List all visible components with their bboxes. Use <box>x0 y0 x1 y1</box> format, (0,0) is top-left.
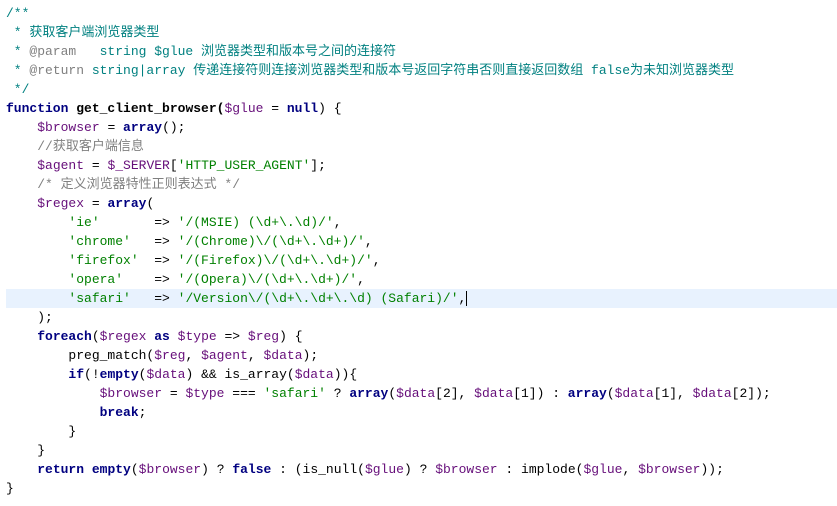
l-return: return empty($browser) ? false : (is_nul… <box>6 460 837 479</box>
l-assign: $browser = $type === 'safari' ? array($d… <box>6 384 837 403</box>
l-pregmatch: preg_match($reg, $agent, $data); <box>6 346 837 365</box>
l-foreach: foreach($regex as $type => $reg) { <box>6 327 837 346</box>
l-com1: //获取客户端信息 <box>6 137 837 156</box>
doc-param: * @param string $glue 浏览器类型和版本号之间的连接符 <box>6 42 837 61</box>
l-browser: $browser = array(); <box>6 118 837 137</box>
l-agent: $agent = $_SERVER['HTTP_USER_AGENT']; <box>6 156 837 175</box>
row-opera: 'opera' => '/(Opera)\/(\d+\.\d+)/', <box>6 270 837 289</box>
doc-desc: * 获取客户端浏览器类型 <box>6 23 837 42</box>
l-cb1: } <box>6 422 837 441</box>
l-arrclose: ); <box>6 308 837 327</box>
l-cb2: } <box>6 441 837 460</box>
text-cursor <box>466 291 467 306</box>
doc-return: * @return string|array 传递连接符则连接浏览器类型和版本号… <box>6 61 837 80</box>
row-chrome: 'chrome' => '/(Chrome)\/(\d+\.\d+)/', <box>6 232 837 251</box>
code-block: /** * 获取客户端浏览器类型 * @param string $glue 浏… <box>6 4 837 498</box>
l-if: if(!empty($data) && is_array($data)){ <box>6 365 837 384</box>
doc-open: /** <box>6 4 837 23</box>
row-ie: 'ie' => '/(MSIE) (\d+\.\d)/', <box>6 213 837 232</box>
doc-close: */ <box>6 80 837 99</box>
row-safari: 'safari' => '/Version\/(\d+\.\d+\.\d) (S… <box>6 289 837 308</box>
row-firefox: 'firefox' => '/(Firefox)\/(\d+\.\d+)/', <box>6 251 837 270</box>
l-end: } <box>6 479 837 498</box>
fn-sig: function get_client_browser($glue = null… <box>6 99 837 118</box>
l-com2: /* 定义浏览器特性正则表达式 */ <box>6 175 837 194</box>
l-regex: $regex = array( <box>6 194 837 213</box>
l-break: break; <box>6 403 837 422</box>
